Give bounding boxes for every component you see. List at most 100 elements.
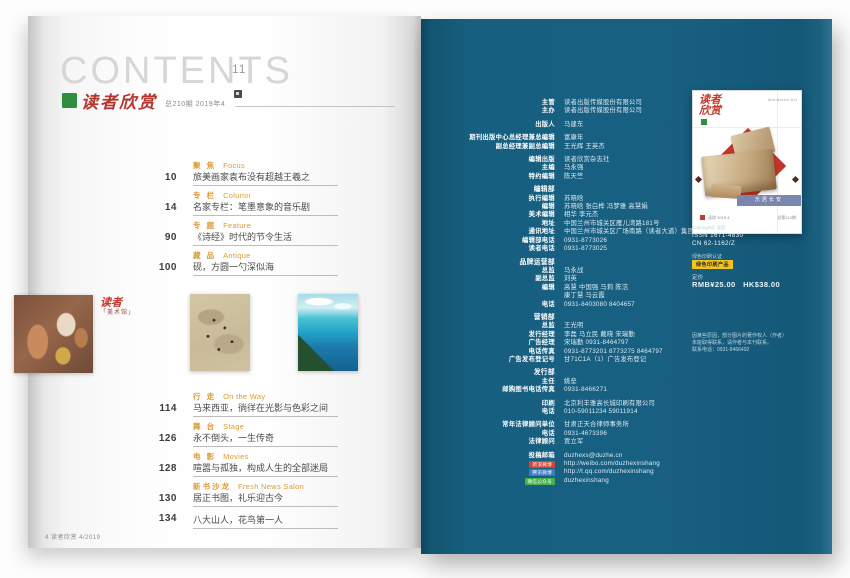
masthead-label: 营销部 (421, 314, 555, 322)
toc-category-cn: 专 栏 (193, 191, 216, 200)
masthead-label-text: 主任 (542, 378, 555, 386)
masthead-row: 广告发布登记号 甘71C1A（1）广告发布登记 (421, 356, 721, 364)
cover-footer-text: 读欣 2019·4 (708, 215, 730, 221)
masthead-label: 腾讯微博 (421, 468, 555, 476)
toc-category-cn: 聚 焦 (193, 161, 216, 170)
cover-issue-number: 总第210期 (777, 215, 796, 221)
green-print-label: 绿色印刷认证 (692, 253, 722, 260)
social-chip-icon: 腾讯微博 (529, 469, 555, 476)
toc-entry: 聚 焦Focus 旅美画家袁布没有超越王羲之 (193, 162, 343, 186)
masthead-row: 品牌运营部 (421, 259, 721, 267)
masthead-label-text: 读者电话 (529, 245, 555, 253)
masthead-value: duzhexinshang (564, 477, 609, 485)
masthead-label: 美术编辑 (421, 211, 555, 219)
masthead-row: 特约编辑 陈天竺 (421, 173, 721, 181)
green-print-badge: 绿色印刷产品 (692, 260, 733, 269)
toc-page-number: 126 (28, 423, 177, 447)
issn-text: ISSN 1671-4830 (692, 232, 743, 239)
toc-entry: 专 题Feature 《诗经》时代的节令生活 (193, 222, 343, 246)
masthead-label-text: 印刷 (542, 400, 555, 408)
masthead-label-text: 编辑部电话 (522, 237, 555, 245)
masthead-label: 投稿邮箱 (421, 452, 555, 460)
toc-title: 《诗经》时代的节令生活 (193, 232, 343, 242)
contents-superscript: 11 (232, 62, 246, 76)
price-value: RMB¥25.00 HK$38.00 (692, 280, 780, 289)
toc-page-number: 10 (28, 162, 177, 186)
toc-category-en: Fresh News Salon (238, 482, 304, 491)
toc-category-cn: 新书沙龙 (193, 482, 231, 491)
masthead-row: 电话 010-59011234 59011914 (421, 408, 721, 416)
magazine-spread-photo: CONTENTS 11 读者欣赏 总210期 2019年4 10 聚 焦Focu… (0, 0, 850, 578)
masthead-row: 编辑 高慧 中国强 马莉 陈洁 (421, 284, 721, 292)
toc-category-en: Movies (223, 452, 249, 461)
toc-entry: 八大山人，花鸟第一人 (193, 513, 343, 529)
masthead-value: 宋瑞勤 0931-8464797 (564, 339, 628, 347)
toc-category: 专 题Feature (193, 222, 343, 230)
masthead-value: 010-59011234 59011914 (564, 408, 638, 416)
toc-category: 行 走On the Way (193, 393, 343, 401)
toc-category-en: On the Way (223, 392, 265, 401)
toc-list-top: 10 聚 焦Focus 旅美画家袁布没有超越王羲之 14 (28, 162, 373, 282)
masthead-row: 电话传真 0931-8773201 8773275 8464797 (421, 348, 721, 356)
masthead-row: 执行编辑 苏晓晗 (421, 195, 721, 203)
social-chip-icon: 新浪微博 (529, 461, 555, 468)
toc-category-cn: 电 影 (193, 452, 216, 461)
masthead-row: 发行部 (421, 369, 721, 377)
gallery-logo-text: 读者 (100, 297, 122, 309)
masthead-label: 通讯地址 (421, 228, 555, 236)
masthead-row: 电话 0931-4673396 (421, 430, 721, 438)
masthead-label: 执行编辑 (421, 195, 555, 203)
masthead-row: 期刊出版中心总经理兼总编辑 富康年 (421, 134, 721, 142)
masthead-row: 通讯地址 中国兰州市城关区广场南路（读者大道）集团（730030） (421, 228, 721, 236)
masthead-row: 美术编辑 相华 李元杰 (421, 211, 721, 219)
toc-category: 新书沙龙 Fresh News Salon (193, 483, 343, 491)
toc-title: 砚，方圆一勺深似海 (193, 262, 343, 272)
masthead-label: 期刊出版中心总经理兼总编辑 (421, 134, 555, 142)
toc-page-number: 14 (28, 192, 177, 216)
toc-page-number: 128 (28, 453, 177, 477)
masthead-label: 出版人 (421, 121, 555, 129)
masthead-label-text: 特约编辑 (529, 173, 555, 181)
masthead-row: 副总经理兼副总编辑 王光辉 王英杰 (421, 143, 721, 151)
masthead-row: 康丁慧 马云霞 (421, 292, 721, 300)
masthead-label-text: 法律顾问 (529, 438, 555, 446)
masthead-label-text: 品牌运营部 (520, 259, 555, 267)
toc-entry: 舞 台Stage 永不倒头，一生传奇 (193, 423, 343, 447)
masthead-label: 电话 (421, 430, 555, 438)
artwork-image-sea-photo (298, 294, 358, 371)
masthead-label: 电话 (421, 408, 555, 416)
toc-underline (193, 416, 338, 417)
masthead-value: 甘71C1A（1）广告发布登记 (564, 356, 646, 364)
masthead-label-text: 主办 (542, 107, 555, 115)
masthead-label: 编辑部 (421, 186, 555, 194)
toc-page-number: 134 (28, 513, 177, 529)
masthead-row: 编辑部电话 0931-8773026 (421, 237, 721, 245)
masthead-label: 主任 (421, 378, 555, 386)
masthead-row: 主办 读者出版传媒股份有限公司 (421, 107, 721, 115)
toc-page-number: 114 (28, 393, 177, 417)
masthead-value: 北京利丰雅高长城印刷有限公司 (564, 400, 655, 408)
masthead-label-text: 编辑部 (534, 186, 555, 194)
masthead-row: 法律顾问 贾立军 (421, 438, 721, 446)
masthead-label-text: 电话 (542, 301, 555, 309)
header-rule (235, 106, 395, 107)
masthead-row: 主编 马永强 (421, 164, 721, 172)
masthead-label-text: 常年法律顾问单位 (502, 421, 555, 429)
toc-underline (193, 446, 338, 447)
masthead-label: 电话传真 (421, 348, 555, 356)
masthead-label-text: 出版人 (535, 121, 555, 129)
masthead-row: 常年法律顾问单位 甘肃正天合律师事务所 (421, 421, 721, 429)
masthead-label: 品牌运营部 (421, 259, 555, 267)
masthead-value: 0931-8403080 8404657 (564, 301, 635, 309)
masthead-label-text: 电话 (542, 430, 555, 438)
toc-category-cn: 藏 品 (193, 251, 216, 260)
masthead-label (421, 292, 555, 300)
masthead-label: 副总经理兼副总编辑 (421, 143, 555, 151)
masthead-value: 0931-8773201 8773275 8464797 (564, 348, 663, 356)
toc-underline (193, 215, 338, 216)
cover-title-band: 乐居长安 (737, 195, 801, 206)
contents-title: CONTENTS (60, 50, 293, 93)
masthead-label: 特约编辑 (421, 173, 555, 181)
toc-item: 134 八大山人，花鸟第一人 (28, 513, 373, 529)
masthead-label-text: 广告经理 (529, 339, 555, 347)
